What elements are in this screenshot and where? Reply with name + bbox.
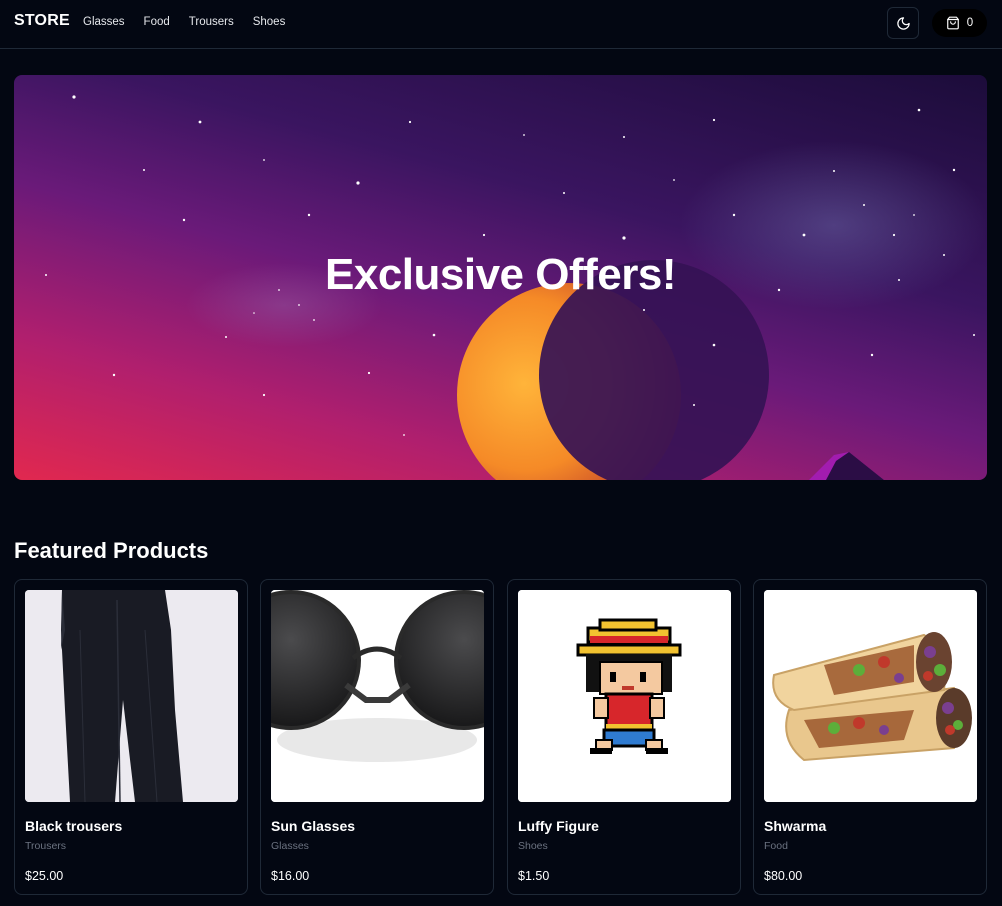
product-card-shwarma[interactable]: Shwarma Food $80.00 xyxy=(753,579,987,895)
product-price: $16.00 xyxy=(271,869,310,883)
pixel-luffy-image xyxy=(518,590,731,802)
product-name[interactable]: Luffy Figure xyxy=(518,818,599,834)
product-card-luffy-figure[interactable]: Luffy Figure Shoes $1.50 xyxy=(507,579,741,895)
hero-banner: Exclusive Offers! xyxy=(14,75,987,480)
product-name[interactable]: Black trousers xyxy=(25,818,122,834)
product-price: $1.50 xyxy=(518,869,550,883)
hero-title: Exclusive Offers! xyxy=(325,250,677,299)
black-trousers-image xyxy=(25,590,238,802)
product-price: $80.00 xyxy=(764,869,803,883)
product-category: Glasses xyxy=(271,840,309,852)
product-category: Trousers xyxy=(25,840,67,852)
nav-link-trousers[interactable]: Trousers xyxy=(189,16,234,28)
store-logo[interactable]: STORE xyxy=(14,12,70,30)
nav-link-food[interactable]: Food xyxy=(144,16,170,28)
moon-icon xyxy=(896,16,910,30)
site-header: STORE Glasses Food Trousers Shoes 0 xyxy=(0,0,1002,49)
theme-toggle-button[interactable] xyxy=(887,7,919,39)
main-nav: Glasses Food Trousers Shoes xyxy=(83,16,285,28)
product-name[interactable]: Sun Glasses xyxy=(271,818,355,834)
product-category: Shoes xyxy=(518,840,548,852)
cart-count: 0 xyxy=(966,17,974,29)
cart-button[interactable]: 0 xyxy=(932,9,987,37)
nav-link-shoes[interactable]: Shoes xyxy=(253,16,286,28)
product-card-black-trousers[interactable]: Black trousers Trousers $25.00 xyxy=(14,579,248,895)
shawarma-image xyxy=(764,590,977,802)
nav-link-glasses[interactable]: Glasses xyxy=(83,16,125,28)
product-category: Food xyxy=(764,840,788,852)
featured-products-title: Featured Products xyxy=(14,538,209,563)
shopping-bag-icon xyxy=(946,16,959,30)
sunglasses-image xyxy=(271,590,484,802)
product-price: $25.00 xyxy=(25,869,64,883)
product-name[interactable]: Shwarma xyxy=(764,818,826,834)
product-card-sun-glasses[interactable]: Sun Glasses Glasses $16.00 xyxy=(260,579,494,895)
